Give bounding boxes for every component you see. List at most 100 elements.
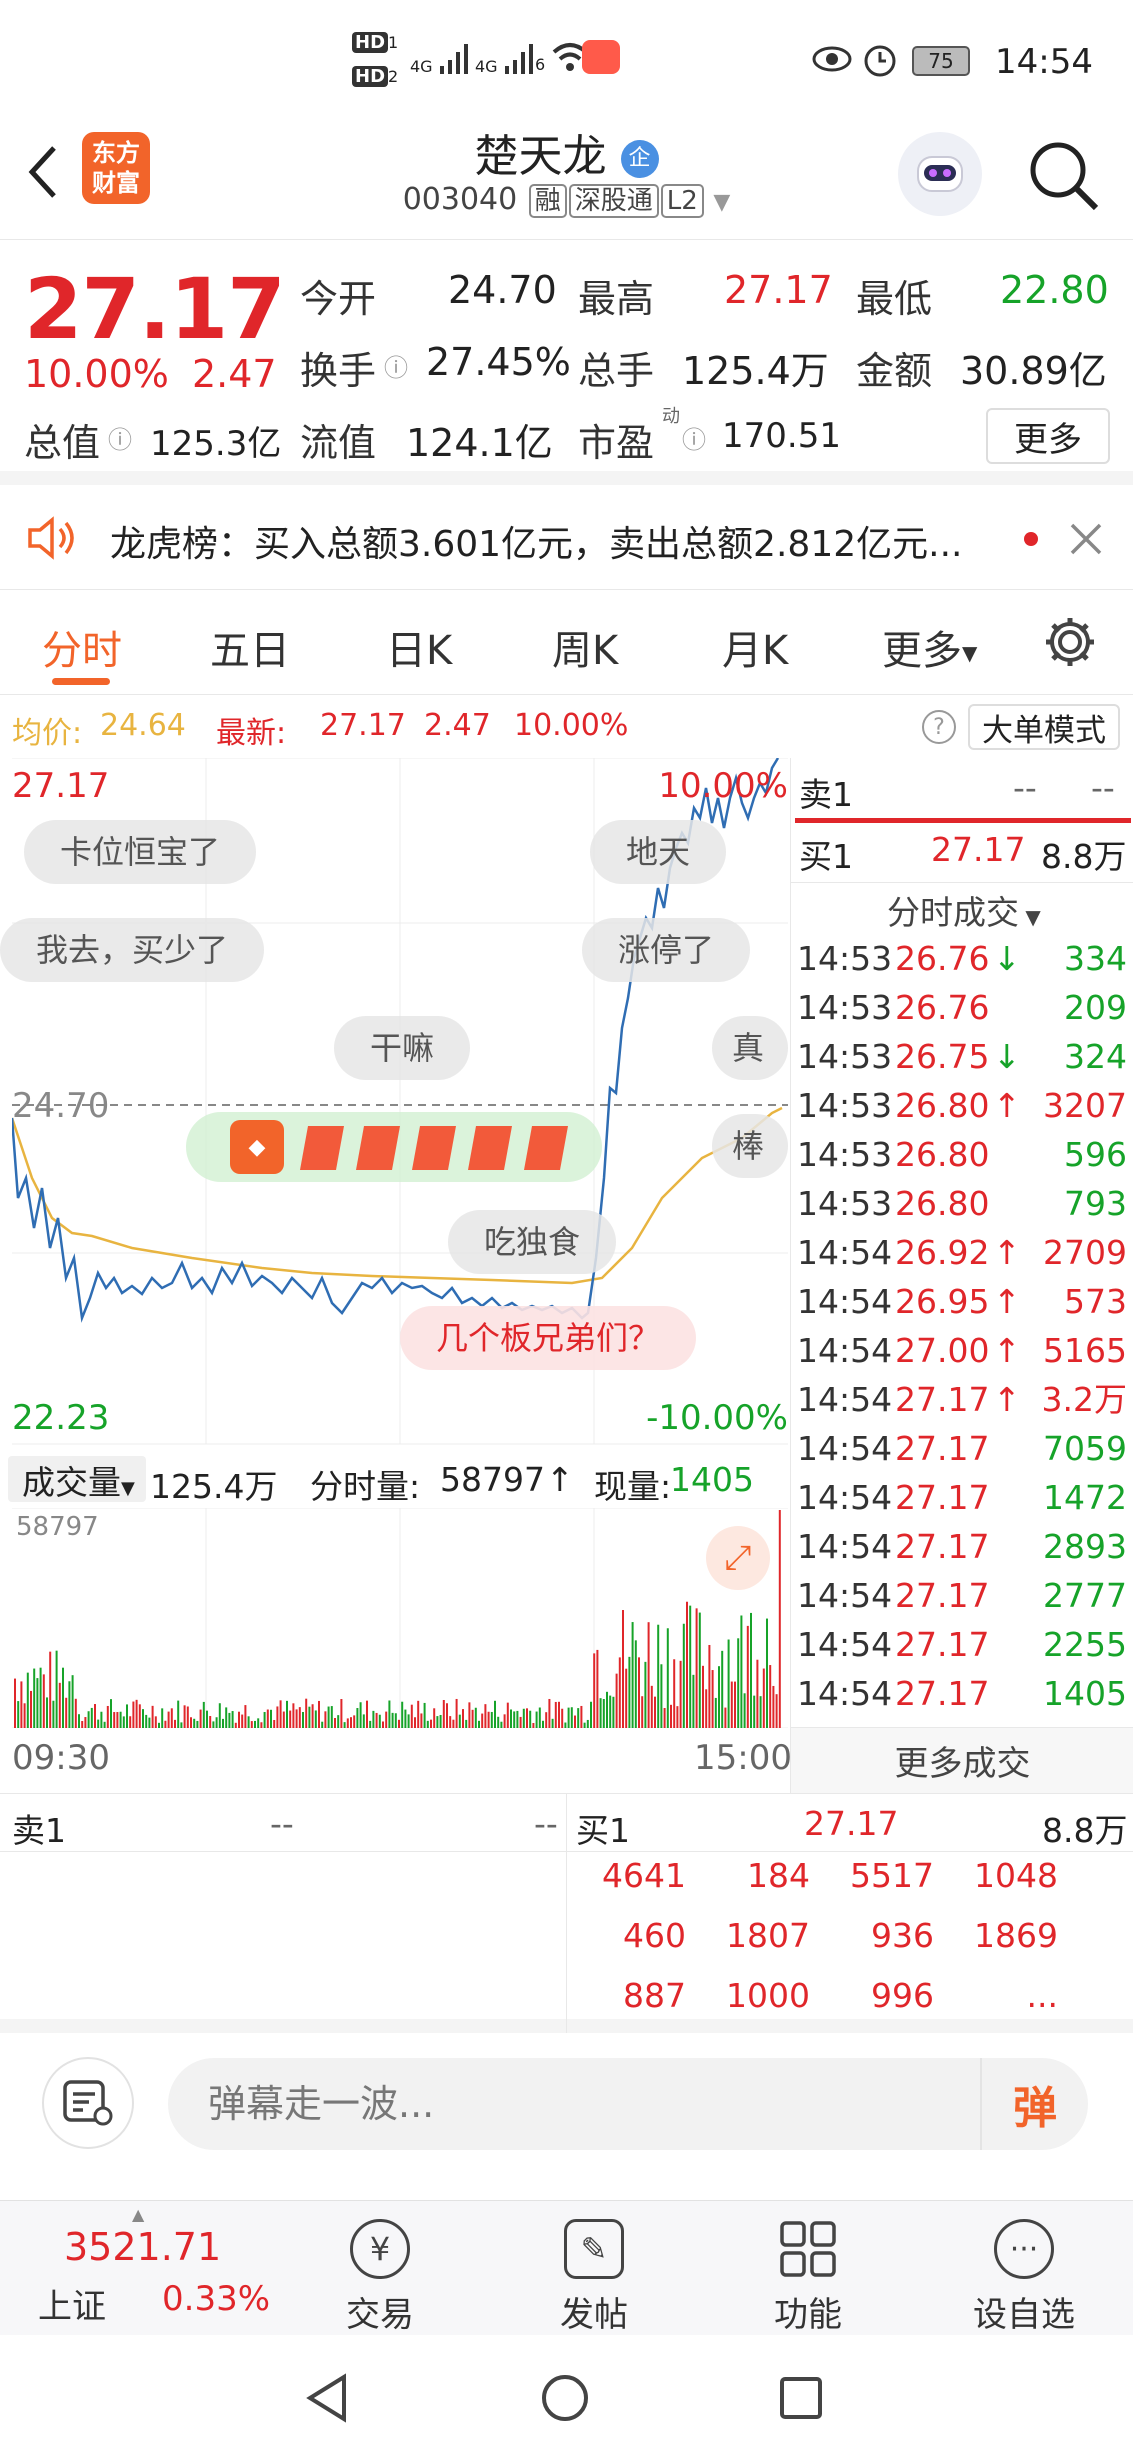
danmaku-bubble[interactable]: 干嘛 xyxy=(334,1016,471,1080)
tab-intraday[interactable]: 分时 xyxy=(42,618,122,676)
gear-icon[interactable] xyxy=(1042,614,1098,670)
volume-bar xyxy=(702,1665,704,1728)
intraday-chart[interactable]: 27.17 10.00% 24.70 22.23 -10.00% 卡位恒宝了 地… xyxy=(0,758,788,1448)
pe-label: 市盈 xyxy=(578,421,655,465)
send-danmaku-button[interactable]: 弹 xyxy=(980,2058,1088,2150)
main-force-bubble[interactable]: ◆ xyxy=(186,1112,602,1182)
volume-bar xyxy=(522,1708,525,1728)
queue-order: 1000 xyxy=(726,1976,810,2015)
wifi-label: 6 xyxy=(535,55,546,74)
tick-time: 14:54 xyxy=(797,1429,893,1468)
buy1-label: 买1 xyxy=(799,837,853,876)
volume-bar xyxy=(650,1685,653,1728)
volume-bar xyxy=(26,1672,29,1728)
volume-bar xyxy=(634,1640,637,1728)
avg-value: 24.64 xyxy=(100,708,186,743)
volume-bar xyxy=(666,1628,669,1728)
chevron-down-icon[interactable]: ▼ xyxy=(713,190,730,215)
volume-bar xyxy=(468,1702,471,1728)
latest-value: 27.17 xyxy=(320,708,406,743)
danmaku-bubble[interactable]: 卡位恒宝了 xyxy=(24,820,257,884)
volume-bar xyxy=(238,1711,240,1728)
volume-bar xyxy=(551,1718,554,1728)
volume-bar xyxy=(727,1639,730,1728)
queue-order: 996 xyxy=(871,1976,934,2015)
big-order-mode-button[interactable]: 大单模式 xyxy=(968,704,1120,750)
time-start: 09:30 xyxy=(12,1738,110,1778)
volume-bar xyxy=(202,1701,205,1728)
nav-post[interactable]: ✎ 发帖 xyxy=(514,2219,674,2336)
connect-tag: 深股通 xyxy=(568,184,659,218)
volume-bar xyxy=(452,1719,455,1728)
volume-bar xyxy=(46,1697,48,1728)
notice-bar[interactable]: 龙虎榜：买入总额3.601亿元，卖出总额2.812亿元... xyxy=(0,485,1133,590)
volume-bar xyxy=(622,1610,624,1728)
help-icon[interactable]: ? xyxy=(922,710,956,744)
tick-time: 14:54 xyxy=(797,1380,893,1419)
tick-price: 27.00 xyxy=(895,1331,990,1370)
volume-bar xyxy=(682,1623,685,1728)
search-icon[interactable] xyxy=(1024,136,1104,216)
robot-avatar[interactable] xyxy=(898,132,982,216)
volume-bar xyxy=(743,1693,746,1728)
info-icon[interactable]: ⓘ xyxy=(682,420,706,455)
tab-monthly-k[interactable]: 月K xyxy=(722,618,788,676)
nav-functions-label: 功能 xyxy=(774,2295,842,2335)
volume-bar xyxy=(548,1698,551,1728)
nav-functions[interactable]: 功能 xyxy=(728,2219,888,2336)
grid-icon xyxy=(778,2219,838,2279)
nav-recents-icon[interactable] xyxy=(778,2375,824,2421)
avg-label: 均价: xyxy=(12,716,83,751)
more-quote-button[interactable]: 更多 xyxy=(986,408,1110,464)
danmaku-input[interactable]: 弹幕走一波... xyxy=(168,2058,1088,2150)
book-sell-price: -- xyxy=(270,1804,294,1843)
volume-bar xyxy=(426,1720,429,1728)
index-ticker[interactable]: ▲ 3521.71 上证 0.33% xyxy=(0,2201,270,2336)
panel-divider xyxy=(791,882,1133,883)
tick-arrow: ↑ xyxy=(993,1331,1021,1370)
more-ticks-button[interactable]: 更多成交 xyxy=(791,1727,1133,1793)
danmaku-bubble[interactable]: 吃独食 xyxy=(448,1210,617,1274)
danmaku-bubble[interactable]: 几个板兄弟们？ xyxy=(400,1306,697,1370)
nav-trade[interactable]: ¥ 交易 xyxy=(300,2219,460,2336)
info-icon[interactable]: ⓘ xyxy=(384,348,408,383)
danmaku-toggle[interactable] xyxy=(42,2057,134,2149)
tab-weekly-k[interactable]: 周K xyxy=(552,618,618,676)
volume-selector[interactable]: 成交量▼ xyxy=(8,1456,146,1502)
nav-home-icon[interactable] xyxy=(540,2373,590,2423)
tab-more[interactable]: 更多▼ xyxy=(882,618,977,676)
ticks-title[interactable]: 分时成交 ▼ xyxy=(887,886,1041,934)
volume-bar xyxy=(138,1704,141,1728)
nav-back-icon[interactable] xyxy=(304,2373,350,2423)
danmaku-bubble[interactable]: 涨停了 xyxy=(582,918,751,982)
tab-five-day[interactable]: 五日 xyxy=(210,618,290,676)
nav-watchlist[interactable]: ··· 设自选 xyxy=(944,2219,1104,2336)
volume-bar xyxy=(510,1709,512,1728)
volume-value: 125.4万 xyxy=(682,349,829,393)
expand-icon[interactable]: ⤢ xyxy=(706,1526,770,1590)
volume-bar xyxy=(490,1711,493,1728)
danmaku-bubble[interactable]: 地天 xyxy=(590,820,727,884)
volume-bar xyxy=(433,1708,436,1728)
volume-bar xyxy=(49,1651,52,1728)
danmaku-bubble[interactable]: 棒 xyxy=(712,1114,788,1178)
volume-bar xyxy=(596,1649,599,1728)
tick-arrow: ↑ xyxy=(993,1086,1021,1125)
close-icon[interactable] xyxy=(1068,521,1104,557)
sell1-label: 卖1 xyxy=(799,775,853,814)
volume-bar xyxy=(318,1700,320,1728)
volume-bar xyxy=(276,1706,279,1728)
volume-bar xyxy=(273,1719,276,1728)
fire-icon: ◆ xyxy=(230,1120,284,1174)
volume-bar xyxy=(615,1673,618,1728)
info-icon[interactable]: ⓘ xyxy=(108,420,132,455)
tick-price: 27.17 xyxy=(895,1625,990,1664)
tab-daily-k[interactable]: 日K xyxy=(386,618,452,676)
danmaku-bubble[interactable]: 真 xyxy=(712,1016,788,1080)
hd-sub: 2 xyxy=(388,67,399,86)
volume-bar xyxy=(116,1712,119,1728)
volume-bar xyxy=(686,1601,688,1728)
danmaku-bubble[interactable]: 我去，买少了 xyxy=(0,918,265,982)
volume-bar xyxy=(100,1711,103,1728)
volume-bar xyxy=(714,1697,717,1728)
